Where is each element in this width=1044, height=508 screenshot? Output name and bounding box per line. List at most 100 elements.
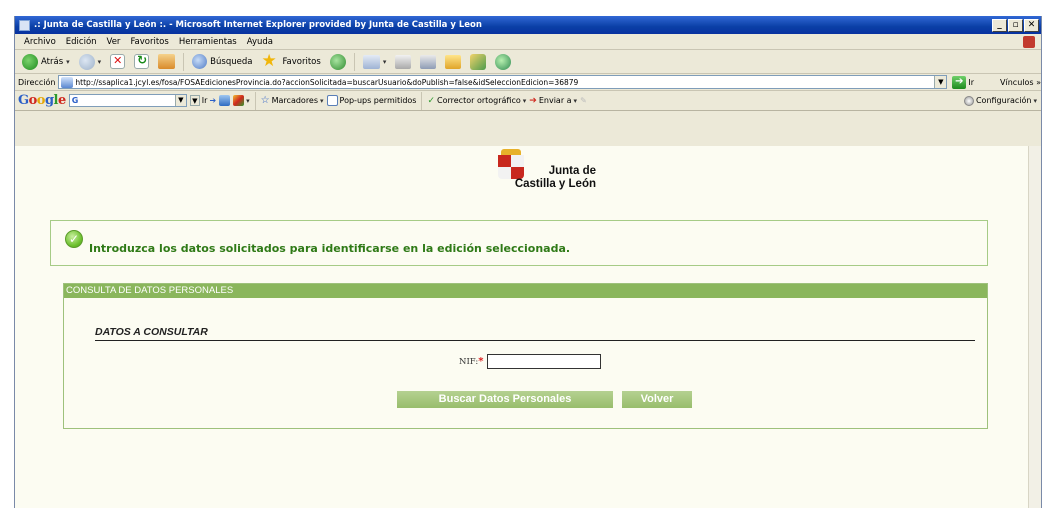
google-options-icon xyxy=(233,95,245,106)
nif-label: NIF: xyxy=(459,356,479,367)
edit-button[interactable] xyxy=(417,52,439,72)
menu-bar: Archivo Edición Ver Favoritos Herramient… xyxy=(15,34,1041,50)
address-dropdown-icon[interactable]: ▼ xyxy=(934,76,947,88)
search-button[interactable]: Búsqueda xyxy=(189,52,255,72)
google-search-input[interactable]: G ▼ xyxy=(68,94,187,107)
back-label: Atrás xyxy=(41,56,64,67)
go-label: Ir xyxy=(968,77,975,87)
history-button[interactable] xyxy=(327,52,349,72)
bookmarks-label: Marcadores xyxy=(271,96,319,105)
msn-button[interactable] xyxy=(467,52,489,72)
refresh-button[interactable] xyxy=(131,52,152,72)
spellcheck-dropdown-icon[interactable]: ▾ xyxy=(523,97,527,105)
info-message-box: ✓ Introduzca los datos solicitados para … xyxy=(50,220,988,266)
bookmark-star-icon: ☆ xyxy=(260,95,270,106)
address-input[interactable]: http://ssaplica1.jcyl.es/fosa/FOSAEdicio… xyxy=(58,75,948,89)
section-title: DATOS A CONSULTAR xyxy=(95,326,208,338)
back-button[interactable]: Atrás ▾ xyxy=(19,52,73,72)
google-search-button[interactable]: ▼ Ir ➔ xyxy=(189,95,217,106)
bookmarks-dropdown-icon[interactable]: ▾ xyxy=(320,97,324,105)
pencil-icon: ✎ xyxy=(580,96,587,105)
spellcheck-icon: ✓ xyxy=(427,95,436,106)
address-label: Dirección xyxy=(18,77,56,87)
home-button[interactable] xyxy=(155,52,178,72)
panel-title: CONSULTA DE DATOS PERSONALES xyxy=(64,284,987,298)
menu-archivo[interactable]: Archivo xyxy=(19,37,61,47)
pagerank-icon xyxy=(219,95,231,106)
google-search-prefix: G xyxy=(71,96,79,105)
page-icon xyxy=(61,76,74,88)
google-arrow-icon: ➔ xyxy=(209,96,217,105)
links-button[interactable]: Vínculos » xyxy=(1000,78,1041,87)
settings-icon xyxy=(963,95,974,106)
google-logo[interactable]: Google xyxy=(18,93,66,108)
google-options-button[interactable]: ▾ xyxy=(233,95,250,106)
google-options-dropdown-icon[interactable]: ▾ xyxy=(246,97,250,105)
back-arrow-icon xyxy=(22,53,38,70)
refresh-icon xyxy=(134,53,150,69)
vertical-scrollbar[interactable] xyxy=(1028,146,1041,508)
close-button[interactable]: ✕ xyxy=(1024,18,1039,32)
search-icon xyxy=(192,54,208,69)
nif-input[interactable] xyxy=(486,354,601,369)
pencil-button[interactable]: ✎ xyxy=(580,96,587,105)
go-button[interactable]: ➔ Ir xyxy=(952,75,975,89)
spellcheck-label: Corrector ortográfico xyxy=(437,96,521,105)
standard-toolbar: Atrás ▾ ▾ Búsqueda ★ Favoritos ▾ xyxy=(15,50,1041,74)
search-personal-data-button[interactable]: Buscar Datos Personales xyxy=(397,391,613,408)
menu-ver[interactable]: Ver xyxy=(102,37,126,47)
msn-icon xyxy=(470,53,487,70)
windows-flag-icon xyxy=(1023,35,1035,48)
address-url: http://ssaplica1.jcyl.es/fosa/FOSAEdicio… xyxy=(75,77,579,87)
print-icon xyxy=(395,54,412,69)
favorites-button[interactable]: ★ Favoritos xyxy=(258,52,323,72)
back-button-page[interactable]: Volver xyxy=(622,391,692,408)
edit-icon xyxy=(420,54,437,69)
send-arrow-icon: ➔ xyxy=(529,95,537,106)
settings-dropdown-icon[interactable]: ▾ xyxy=(1033,97,1037,105)
ie-icon xyxy=(19,19,30,31)
print-button[interactable] xyxy=(392,52,414,72)
page-content: Junta de Castilla y León ✓ Introduzca lo… xyxy=(15,146,1030,508)
minimize-button[interactable]: _ xyxy=(992,18,1007,32)
address-bar: Dirección http://ssaplica1.jcyl.es/fosa/… xyxy=(15,74,1041,91)
bookmarks-button[interactable]: ☆ Marcadores ▾ xyxy=(261,95,324,106)
send-to-label: Enviar a xyxy=(538,96,572,105)
messenger-icon xyxy=(495,53,512,70)
junta-logo: Junta de Castilla y León xyxy=(478,149,598,197)
forward-dropdown-icon[interactable]: ▾ xyxy=(98,58,102,66)
maximize-button[interactable]: ▫ xyxy=(1008,18,1023,32)
popup-icon xyxy=(326,95,338,106)
send-to-dropdown-icon[interactable]: ▾ xyxy=(574,97,578,105)
popup-label: Pop-ups permitidos xyxy=(339,96,417,105)
section-divider xyxy=(95,340,975,341)
messenger-button[interactable] xyxy=(492,52,514,72)
history-icon xyxy=(329,53,346,70)
back-dropdown-icon[interactable]: ▾ xyxy=(66,58,70,66)
google-search-dropdown-icon[interactable]: ▼ xyxy=(174,95,186,106)
pagerank-button[interactable] xyxy=(219,95,231,106)
menu-herramientas[interactable]: Herramientas xyxy=(174,37,242,47)
mail-icon xyxy=(362,54,380,69)
window-title: .: Junta de Castilla y León :. - Microso… xyxy=(34,20,482,30)
menu-edicion[interactable]: Edición xyxy=(61,37,102,47)
folder-icon xyxy=(445,54,462,69)
stop-button[interactable] xyxy=(107,52,128,72)
menu-ayuda[interactable]: Ayuda xyxy=(242,37,278,47)
settings-button[interactable]: Configuración ▾ xyxy=(963,95,1037,106)
window-controls: _ ▫ ✕ xyxy=(992,18,1039,32)
star-icon: ★ xyxy=(261,50,277,71)
popup-blocker-button[interactable]: Pop-ups permitidos xyxy=(326,95,417,106)
spellcheck-button[interactable]: ✓ Corrector ortográfico ▾ xyxy=(427,96,526,106)
folder-button[interactable] xyxy=(442,52,464,72)
favorites-label: Favoritos xyxy=(282,56,321,67)
checkmark-icon: ✓ xyxy=(65,230,83,248)
mail-dropdown-icon[interactable]: ▾ xyxy=(383,58,387,66)
mail-button[interactable]: ▾ xyxy=(360,52,390,72)
required-marker: * xyxy=(478,356,484,367)
menu-favoritos[interactable]: Favoritos xyxy=(125,37,173,47)
google-history-dropdown-icon[interactable]: ▼ xyxy=(189,95,200,106)
forward-button[interactable]: ▾ xyxy=(76,52,105,72)
send-to-button[interactable]: ➔ Enviar a ▾ xyxy=(529,96,577,106)
home-icon xyxy=(158,54,176,69)
